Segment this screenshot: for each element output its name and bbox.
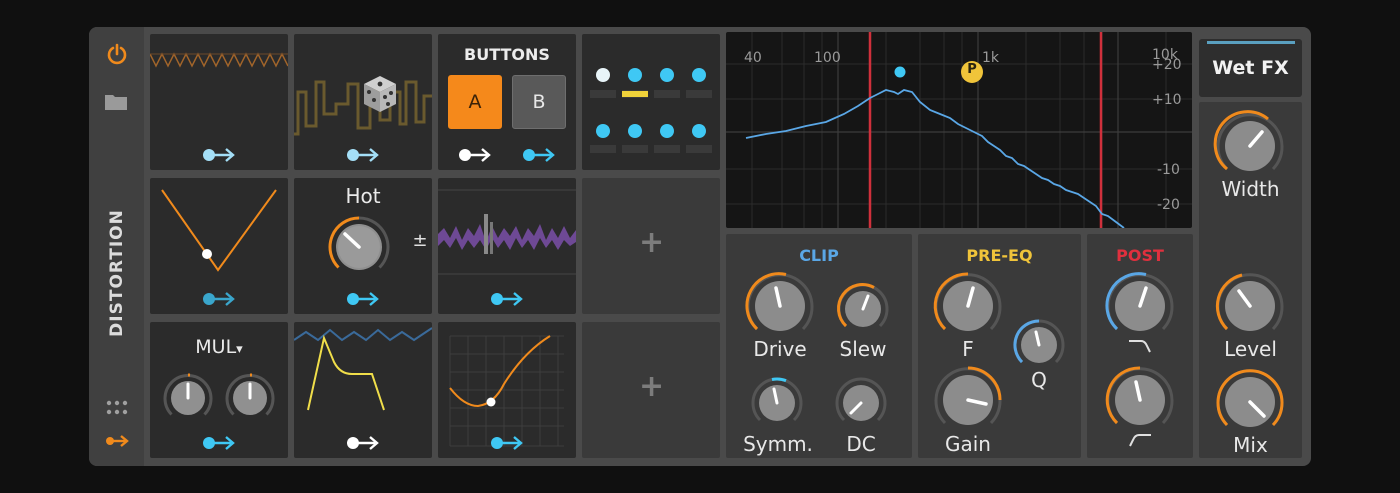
q-label: Q — [1031, 368, 1047, 392]
gain-label: Gain — [945, 432, 991, 456]
pre-eq-section: PRE-EQ F Q Gain — [918, 234, 1081, 458]
lfo-modulator[interactable] — [150, 34, 288, 170]
power-icon[interactable] — [106, 43, 128, 65]
math-mode-select[interactable]: MUL▾ — [184, 336, 254, 358]
math-knob-a[interactable] — [160, 370, 216, 426]
clip-title: CLIP — [799, 246, 839, 265]
math-modulator: MUL▾ — [150, 322, 288, 458]
hot-knob[interactable] — [324, 212, 394, 282]
device-title: DISTORTION — [107, 209, 127, 337]
bipolar-toggle[interactable]: ± — [410, 230, 430, 251]
buttons-title: BUTTONS — [464, 45, 550, 64]
drive-knob[interactable] — [742, 268, 818, 344]
mix-knob[interactable] — [1212, 364, 1288, 440]
peak-marker[interactable]: P — [961, 62, 983, 77]
distortion-device: DISTORTION BUTTONS A B Hot ± + MUL▾ + 40… — [89, 27, 1311, 466]
post-low-cut-knob[interactable] — [1102, 362, 1178, 438]
width-knob[interactable] — [1212, 108, 1288, 184]
plus-icon: + — [639, 369, 665, 404]
clip-section: CLIP Drive Slew Symm. DC — [726, 234, 912, 458]
post-high-cut-knob[interactable] — [1102, 268, 1178, 344]
mod-arrow-icon[interactable] — [458, 146, 492, 164]
level-knob[interactable] — [1212, 268, 1288, 344]
steps-modulator[interactable] — [582, 34, 720, 170]
frequency-knob[interactable] — [930, 268, 1006, 344]
high-cut-icon — [1129, 340, 1151, 353]
frequency-label: F — [962, 337, 974, 361]
button-a[interactable]: A — [448, 75, 502, 129]
macro-modulator: Hot ± — [294, 178, 432, 314]
spectrum-grid — [726, 32, 1192, 228]
modulation-arrow-icon[interactable] — [105, 434, 129, 448]
drive-label: Drive — [753, 337, 807, 361]
mod-arrow-icon[interactable] — [202, 290, 236, 308]
mod-arrow-icon[interactable] — [202, 146, 236, 164]
post-title: POST — [1116, 246, 1164, 265]
mix-label: Mix — [1233, 433, 1268, 457]
level-label: Level — [1224, 337, 1277, 361]
macro-label: Hot — [345, 184, 381, 208]
dc-label: DC — [846, 432, 876, 456]
mod-arrow-icon[interactable] — [202, 434, 236, 452]
math-mode-label: MUL — [195, 336, 237, 358]
width-label: Width — [1221, 177, 1280, 201]
q-knob[interactable] — [1010, 316, 1068, 374]
mod-arrow-icon[interactable] — [522, 146, 556, 164]
dc-knob[interactable] — [832, 374, 890, 432]
wet-fx-button[interactable]: Wet FX — [1199, 39, 1302, 97]
wet-fx-panel: Width Level Mix — [1199, 102, 1302, 458]
grid-dots-icon[interactable] — [106, 400, 128, 416]
mod-arrow-icon[interactable] — [346, 290, 380, 308]
random-modulator[interactable] — [294, 34, 432, 170]
db-label-minus10: -10 — [1157, 162, 1180, 178]
mod-arrow-icon[interactable] — [346, 146, 380, 164]
curve-modulator[interactable] — [438, 322, 576, 458]
freq-label-1k: 1k — [982, 50, 1000, 66]
wet-fx-label: Wet FX — [1212, 57, 1289, 79]
buttons-modulator: BUTTONS A B — [438, 34, 576, 170]
mod-arrow-icon[interactable] — [490, 290, 524, 308]
mod-arrow-icon[interactable] — [346, 434, 380, 452]
db-label-minus20: -20 — [1157, 197, 1180, 213]
pre-eq-title: PRE-EQ — [966, 246, 1033, 265]
freq-label-40: 40 — [744, 50, 762, 66]
audio-follower-modulator[interactable] — [438, 178, 576, 314]
step-dots — [590, 68, 712, 153]
symmetry-label: Symm. — [743, 432, 813, 456]
add-modulator-slot[interactable]: + — [582, 178, 720, 314]
slew-label: Slew — [839, 337, 887, 361]
envelope-modulator[interactable] — [294, 322, 432, 458]
wet-fx-indicator — [1207, 41, 1295, 44]
add-modulator-slot[interactable]: + — [582, 322, 720, 458]
mod-arrow-icon[interactable] — [490, 434, 524, 452]
gain-knob[interactable] — [930, 362, 1006, 438]
shape-modulator[interactable] — [150, 178, 288, 314]
folder-icon[interactable] — [104, 93, 128, 111]
post-section: POST — [1087, 234, 1193, 458]
freq-label-100: 100 — [814, 50, 841, 66]
low-cut-icon — [1129, 434, 1151, 447]
button-b[interactable]: B — [512, 75, 566, 129]
spectrum-analyzer[interactable]: 40 100 1k 10k +20 +10 -10 -20 P — [726, 32, 1192, 228]
slew-knob[interactable] — [834, 280, 892, 338]
symmetry-knob[interactable] — [748, 374, 806, 432]
device-sidebar: DISTORTION — [89, 27, 144, 466]
db-label-plus10: +10 — [1152, 92, 1182, 108]
dropdown-arrow-icon: ▾ — [236, 342, 243, 357]
plus-icon: + — [639, 225, 665, 260]
db-label-plus20: +20 — [1152, 57, 1182, 73]
math-knob-b[interactable] — [222, 370, 278, 426]
